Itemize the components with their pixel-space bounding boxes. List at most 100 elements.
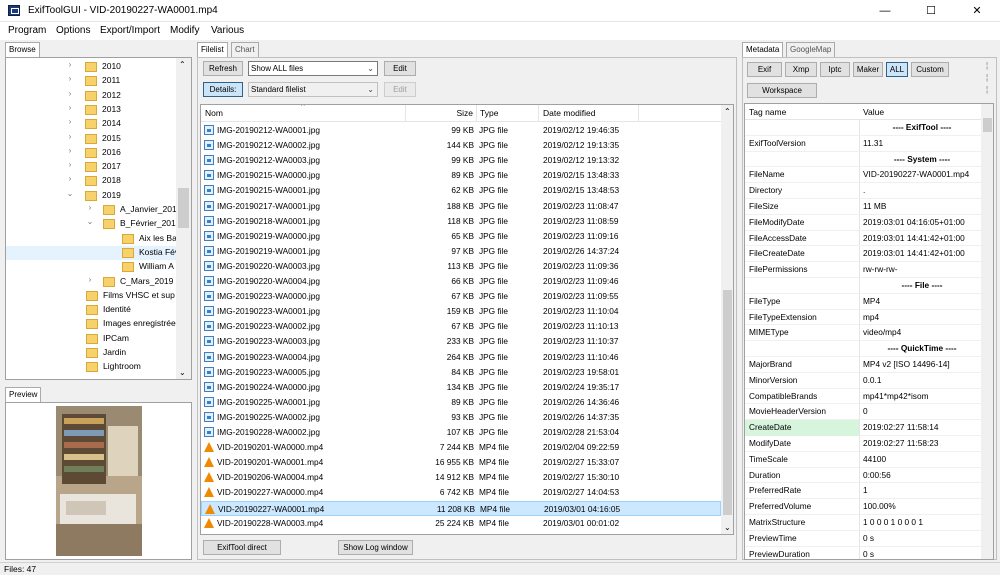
metadata-scrollbar[interactable] <box>981 104 993 559</box>
file-row[interactable]: IMG-20190224-WA0000.jpg 134 KB JPG file 201… <box>201 380 721 395</box>
tree-item[interactable]: › A_Janvier_2019 <box>6 203 181 217</box>
filter-iptc-button[interactable]: Iptc <box>820 62 850 77</box>
tree-item[interactable]: › 2016 <box>6 146 178 160</box>
tree-item[interactable]: ⌄ B_Février_2019 <box>6 217 180 231</box>
metadata-row[interactable]: FileAccessDate 2019:03:01 14:41:42+01:00 <box>745 231 983 247</box>
metadata-row[interactable]: FileName VID-20190227-WA0001.mp4 <box>745 167 983 184</box>
file-row[interactable]: IMG-20190215-WA0000.jpg 89 KB JPG file 2019… <box>201 168 721 183</box>
column-value[interactable]: Value <box>863 107 884 117</box>
chevron-right-icon[interactable]: › <box>66 132 74 141</box>
chevron-right-icon[interactable]: › <box>66 89 74 98</box>
metadata-row[interactable]: MajorBrand MP4 v2 [ISO 14496-14] <box>745 357 983 373</box>
refresh-button[interactable]: Refresh <box>203 61 243 76</box>
filter-custom-button[interactable]: Custom <box>911 62 949 77</box>
scroll-up-icon[interactable]: ⌃ <box>179 60 186 69</box>
file-row[interactable]: IMG-20190218-WA0001.jpg 118 KB JPG file 201… <box>201 214 721 229</box>
tree-item[interactable]: › 2010 <box>6 60 178 74</box>
scroll-thumb[interactable] <box>983 118 992 132</box>
filter-maker-button[interactable]: Maker <box>853 62 883 77</box>
file-row[interactable]: IMG-20190220-WA0003.jpg 113 KB JPG file 201… <box>201 259 721 274</box>
metadata-group-header[interactable]: ---- System ---- <box>745 152 983 168</box>
menu-various[interactable]: Various <box>211 25 244 36</box>
chevron-right-icon[interactable]: › <box>66 174 74 183</box>
file-row[interactable]: IMG-20190223-WA0004.jpg 264 KB JPG file 201… <box>201 350 721 365</box>
tree-item[interactable]: › 2018 <box>6 174 178 188</box>
file-row[interactable]: IMG-20190212-WA0001.jpg 99 KB JPG file 2019… <box>201 123 721 138</box>
file-row[interactable]: IMG-20190217-WA0001.jpg 188 KB JPG file 201… <box>201 199 721 214</box>
details-button[interactable]: Details: <box>203 82 243 97</box>
metadata-row[interactable]: TimeScale 44100 <box>745 452 983 468</box>
tree-item[interactable]: Images enregistrée <box>6 317 178 331</box>
chevron-right-icon[interactable]: › <box>66 60 74 69</box>
file-row[interactable]: IMG-20190219-WA0000.jpg 65 KB JPG file 2019… <box>201 229 721 244</box>
show-log-button[interactable]: Show Log window <box>338 540 413 555</box>
tree-scrollbar[interactable]: ⌃ ⌄ <box>176 58 191 379</box>
chevron-right-icon[interactable]: › <box>86 203 94 212</box>
tree-item[interactable]: › 2017 <box>6 160 178 174</box>
maximize-button[interactable]: ☐ <box>908 0 954 22</box>
tab-googlemap[interactable]: GoogleMap <box>786 42 836 57</box>
tree-item[interactable]: › 2012 <box>6 89 178 103</box>
file-row[interactable]: VID-20190227-WA0001.mp4 11 208 KB MP4 file… <box>201 500 721 516</box>
chevron-right-icon[interactable]: › <box>66 117 74 126</box>
tab-metadata[interactable]: Metadata <box>742 42 784 58</box>
metadata-row[interactable]: FileType MP4 <box>745 294 983 310</box>
filter-select[interactable]: Show ALL files ⌄ <box>248 61 378 76</box>
filter-exif-button[interactable]: Exif <box>747 62 782 77</box>
metadata-group-header[interactable]: ---- File ---- <box>745 278 983 294</box>
metadata-row[interactable]: PreferredVolume 100.00% <box>745 499 983 515</box>
file-row[interactable]: IMG-20190225-WA0002.jpg 93 KB JPG file 2019… <box>201 410 721 425</box>
scroll-down-icon[interactable]: ⌄ <box>179 368 186 377</box>
file-row[interactable]: VID-20190201-WA0001.mp4 16 955 KB MP4 file… <box>201 455 721 470</box>
metadata-row[interactable]: FileTypeExtension mp4 <box>745 310 983 326</box>
file-row[interactable]: IMG-20190223-WA0001.jpg 159 KB JPG file 201… <box>201 304 721 319</box>
metadata-row[interactable]: MovieHeaderVersion 0 <box>745 404 983 421</box>
tree-item[interactable]: › C_Mars_2019 <box>6 275 178 289</box>
menu-export-import[interactable]: Export/Import <box>100 25 160 36</box>
filter-all-button[interactable]: ALL <box>886 62 908 77</box>
chevron-right-icon[interactable]: › <box>86 275 94 284</box>
column-tag-name[interactable]: Tag name <box>749 107 786 117</box>
tab-browse[interactable]: Browse <box>5 42 40 58</box>
metadata-row[interactable]: CreateDate 2019:02:27 11:58:14 <box>745 420 983 436</box>
file-row[interactable]: IMG-20190212-WA0003.jpg 99 KB JPG file 2019… <box>201 153 721 168</box>
metadata-row[interactable]: MatrixStructure 1 0 0 0 1 0 0 0 1 <box>745 515 983 531</box>
chevron-right-icon[interactable]: › <box>66 146 74 155</box>
file-row[interactable]: IMG-20190223-WA0003.jpg 233 KB JPG file 201… <box>201 334 721 349</box>
file-row[interactable]: IMG-20190223-WA0002.jpg 67 KB JPG file 2019… <box>201 319 721 334</box>
file-row[interactable]: IMG-20190219-WA0001.jpg 97 KB JPG file 2019… <box>201 244 721 259</box>
view-select[interactable]: Standard filelist ⌄ <box>248 82 378 97</box>
file-row[interactable]: IMG-20190215-WA0001.jpg 62 KB JPG file 2019… <box>201 183 721 198</box>
tree-item[interactable]: Films VHSC et sup <box>6 289 178 303</box>
chevron-down-icon[interactable]: ⌄ <box>66 189 74 198</box>
file-row[interactable]: IMG-20190223-WA0000.jpg 67 KB JPG file 2019… <box>201 289 721 304</box>
filelist-scrollbar[interactable]: ⌃ ⌄ <box>721 105 733 534</box>
column-size[interactable]: Size <box>406 105 477 121</box>
chevron-right-icon[interactable]: › <box>66 160 74 169</box>
tree-item[interactable]: › 2014 <box>6 117 178 131</box>
tab-chart[interactable]: Chart <box>231 42 259 57</box>
menu-modify[interactable]: Modify <box>170 25 199 36</box>
menu-options[interactable]: Options <box>56 25 90 36</box>
metadata-row[interactable]: FileSize 11 MB <box>745 199 983 215</box>
tree-item[interactable]: Lightroom <box>6 360 178 374</box>
scroll-thumb[interactable] <box>723 290 732 515</box>
metadata-row[interactable]: FileCreateDate 2019:03:01 14:41:42+01:00 <box>745 246 983 263</box>
column-type[interactable]: Type <box>477 105 539 121</box>
file-row[interactable]: VID-20190206-WA0004.mp4 14 912 KB MP4 file… <box>201 470 721 485</box>
tree-item[interactable]: › 2013 <box>6 103 178 117</box>
file-row[interactable]: IMG-20190223-WA0005.jpg 84 KB JPG file 2019… <box>201 365 721 380</box>
file-row[interactable]: IMG-20190212-WA0002.jpg 144 KB JPG file 201… <box>201 138 721 153</box>
file-row[interactable]: VID-20190227-WA0000.mp4 6 742 KB MP4 file 2… <box>201 485 721 500</box>
tree-item[interactable]: › 2011 <box>6 74 178 88</box>
chevron-right-icon[interactable]: › <box>66 103 74 112</box>
exiftool-direct-button[interactable]: ExifTool direct <box>203 540 281 555</box>
chevron-right-icon[interactable]: › <box>66 74 74 83</box>
metadata-row[interactable]: PreviewDuration 0 s <box>745 547 983 559</box>
file-row[interactable]: VID-20190228-WA0003.mp4 25 224 KB MP4 file… <box>201 516 721 531</box>
tree-item[interactable]: › 2015 <box>6 132 178 146</box>
tree-item[interactable]: Jardin <box>6 346 178 360</box>
chevron-down-icon[interactable]: ⌄ <box>86 217 94 226</box>
menu-program[interactable]: Program <box>8 25 46 36</box>
metadata-row[interactable]: ModifyDate 2019:02:27 11:58:23 <box>745 436 983 452</box>
